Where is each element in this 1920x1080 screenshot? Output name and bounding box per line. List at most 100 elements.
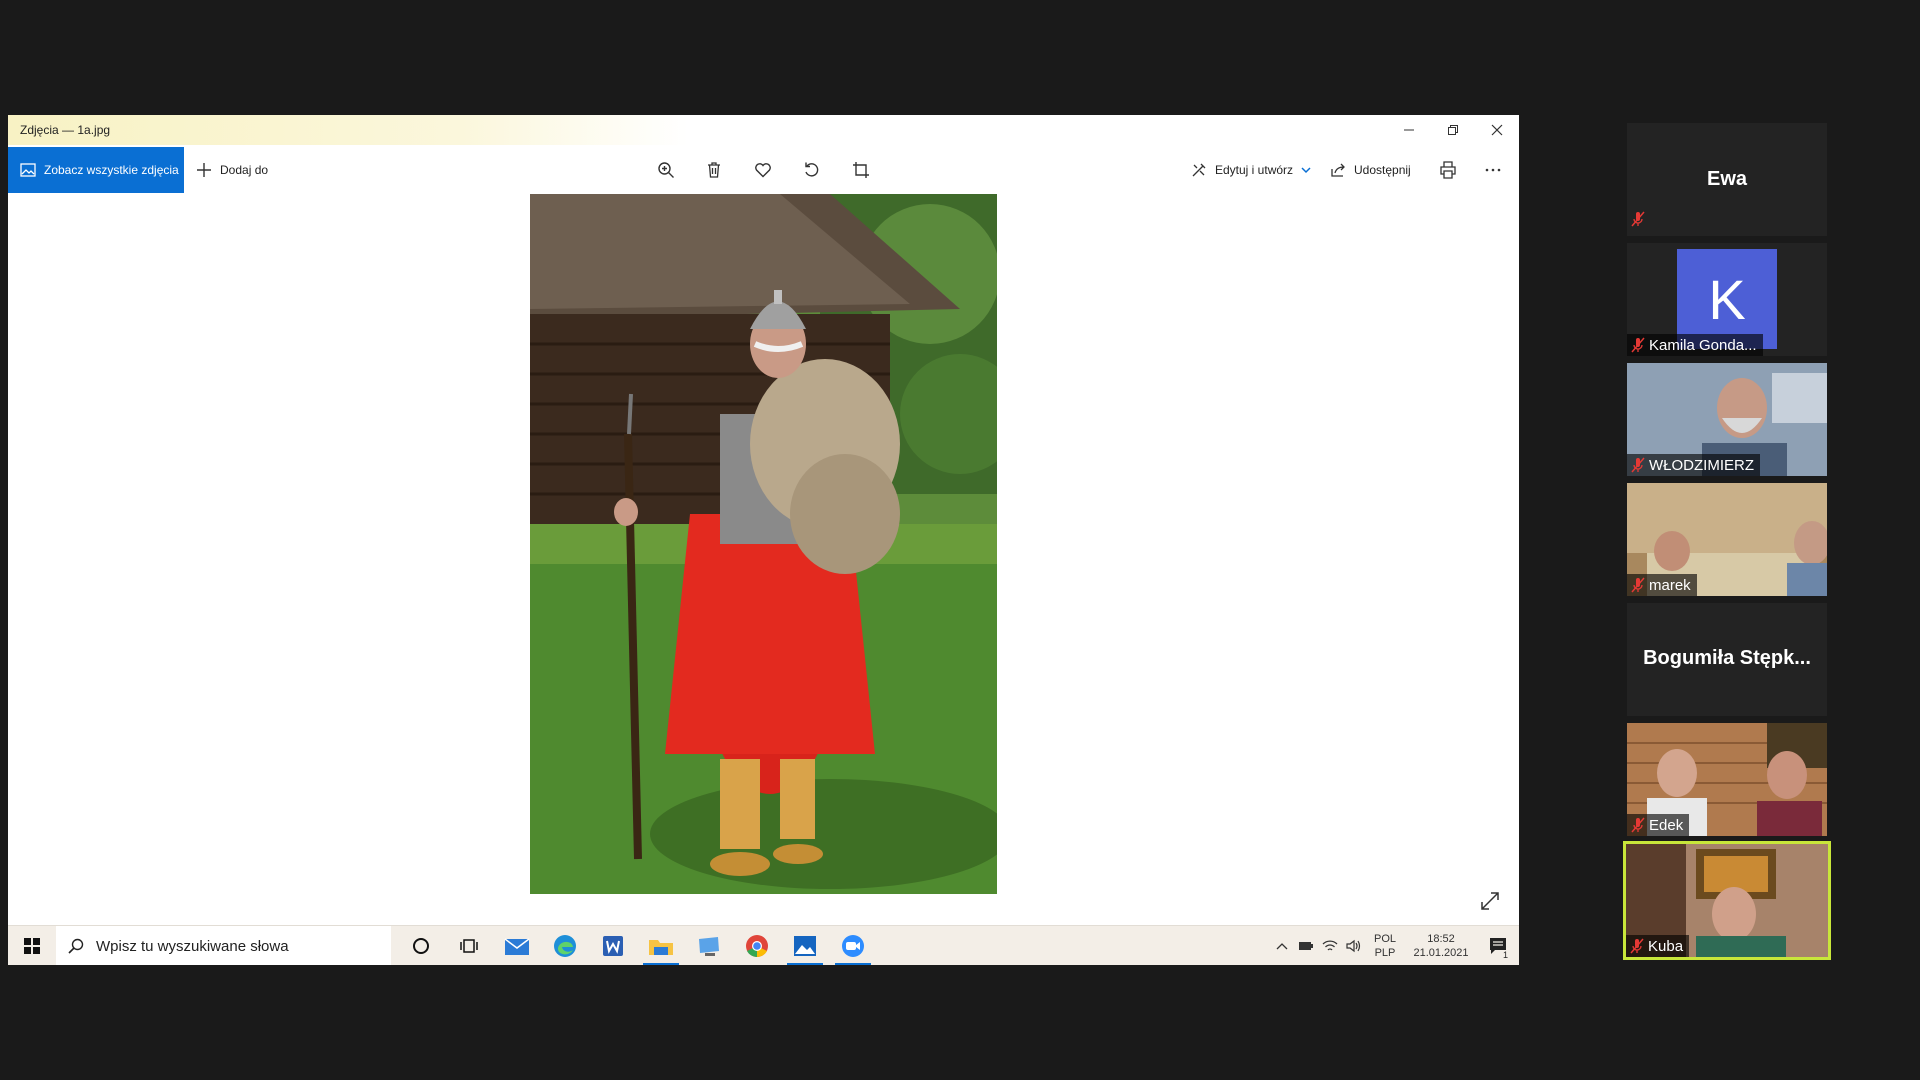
minimize-icon — [1404, 129, 1414, 131]
close-button[interactable] — [1475, 115, 1519, 145]
task-view-button[interactable] — [445, 926, 493, 965]
cortana-button[interactable] — [397, 926, 445, 965]
restore-icon — [1448, 125, 1458, 135]
windows-logo-icon — [24, 938, 40, 954]
tray-battery[interactable] — [1295, 926, 1317, 965]
more-icon — [1485, 168, 1501, 172]
trash-icon — [708, 162, 720, 178]
cortana-circle-icon — [413, 938, 429, 954]
crop-icon — [853, 162, 869, 178]
mic-muted-icon — [1631, 337, 1645, 353]
tray-network[interactable] — [1319, 926, 1341, 965]
mic-muted-icon — [1631, 577, 1645, 593]
participant-tile-kuba-active[interactable]: Kuba — [1623, 841, 1831, 960]
printer-icon — [1440, 161, 1456, 179]
photo-illustration — [530, 194, 997, 894]
start-button[interactable] — [8, 926, 56, 965]
tray-language[interactable]: POL PLP — [1370, 926, 1400, 965]
action-center-button[interactable]: 1 — [1482, 926, 1514, 965]
chevron-down-icon — [1301, 167, 1311, 174]
clock-time: 18:52 — [1427, 933, 1455, 945]
taskbar-search-box[interactable]: Wpisz tu wyszukiwane słowa — [56, 926, 391, 965]
gallery-icon — [20, 163, 36, 177]
mic-muted-icon — [1630, 938, 1644, 954]
crop-button[interactable] — [846, 155, 876, 185]
monitor-app-icon — [699, 937, 719, 956]
edit-create-button[interactable]: Edytuj i utwórz — [1191, 147, 1311, 193]
window-title: Zdjęcia — 1a.jpg — [20, 123, 111, 137]
shared-screen: Zdjęcia — 1a.jpg Zobacz wszystkie zdjęci… — [8, 115, 1519, 965]
search-placeholder: Wpisz tu wyszukiwane słowa — [96, 937, 289, 955]
expand-icon — [1481, 892, 1499, 910]
delete-button[interactable] — [699, 155, 729, 185]
participant-tile-bogumila[interactable]: Bogumiła Stępk... — [1627, 603, 1827, 716]
share-label: Udostępnij — [1354, 163, 1411, 177]
fullscreen-button[interactable] — [1479, 890, 1503, 914]
battery-icon — [1299, 942, 1313, 950]
notification-count: 1 — [1500, 950, 1510, 960]
print-button[interactable] — [1433, 155, 1463, 185]
mail-icon — [504, 938, 530, 955]
participant-name: marek — [1649, 576, 1691, 594]
participant-name: Kamila Gonda... — [1649, 336, 1757, 354]
add-to-label: Dodaj do — [220, 163, 269, 177]
zoom-button[interactable] — [651, 155, 681, 185]
clock-date: 21.01.2021 — [1413, 947, 1469, 959]
chevron-up-icon — [1276, 943, 1288, 950]
mic-muted-icon — [1631, 817, 1645, 833]
participant-name: Edek — [1649, 816, 1684, 834]
displayed-photo — [530, 194, 997, 894]
mic-muted-icon — [1631, 457, 1645, 473]
taskbar-photos[interactable] — [781, 926, 829, 965]
language-code: POL — [1373, 933, 1396, 945]
minimize-button[interactable] — [1387, 115, 1431, 145]
photos-toolbar: Zobacz wszystkie zdjęcia Dodaj do Edytuj… — [8, 145, 1519, 193]
windows-taskbar: Wpisz tu wyszukiwane słowa POL PLP 18:52… — [8, 925, 1519, 965]
mic-muted-icon — [1631, 211, 1645, 232]
more-options-button[interactable] — [1478, 155, 1508, 185]
participant-tile-edek[interactable]: Edek — [1627, 723, 1827, 836]
participant-tile-wlodzimierz[interactable]: WŁODZIMIERZ — [1627, 363, 1827, 476]
rotate-icon — [805, 162, 819, 177]
participant-tile-marek[interactable]: marek — [1627, 483, 1827, 596]
taskbar-mail[interactable] — [493, 926, 541, 965]
share-icon — [1331, 163, 1345, 177]
participant-name: WŁODZIMIERZ — [1649, 456, 1754, 474]
word-icon — [603, 936, 623, 956]
zoom-in-icon — [658, 162, 674, 178]
taskbar-edge[interactable] — [541, 926, 589, 965]
plus-icon — [197, 163, 211, 177]
photos-app-icon — [794, 936, 816, 956]
folder-icon — [649, 940, 673, 955]
zoom-app-icon — [842, 935, 864, 957]
taskbar-chrome[interactable] — [733, 926, 781, 965]
participant-name: Kuba — [1648, 937, 1684, 955]
favorite-button[interactable] — [748, 155, 778, 185]
see-all-photos-label: Zobacz wszystkie zdjęcia — [44, 163, 179, 177]
participant-name: Bogumiła Stępk... — [1643, 647, 1811, 669]
rotate-button[interactable] — [797, 155, 827, 185]
wifi-icon — [1322, 940, 1338, 951]
keyboard-layout: PLP — [1374, 947, 1396, 959]
tray-clock[interactable]: 18:52 21.01.2021 — [1406, 926, 1476, 965]
taskbar-word[interactable] — [589, 926, 637, 965]
taskbar-file-explorer[interactable] — [637, 926, 685, 965]
taskbar-app-generic[interactable] — [685, 926, 733, 965]
search-icon — [68, 938, 84, 954]
close-icon — [1491, 124, 1503, 136]
heart-icon — [755, 163, 771, 178]
task-view-icon — [460, 939, 478, 953]
edge-browser-icon — [554, 935, 576, 957]
taskbar-zoom[interactable] — [829, 926, 877, 965]
participant-tile-ewa[interactable]: Ewa — [1627, 123, 1827, 236]
tray-volume[interactable] — [1343, 926, 1365, 965]
chrome-icon — [746, 935, 768, 958]
tray-overflow-button[interactable] — [1271, 926, 1293, 965]
share-button[interactable]: Udostępnij — [1330, 147, 1411, 193]
speaker-icon — [1346, 939, 1361, 953]
restore-button[interactable] — [1431, 115, 1475, 145]
participant-tile-kamila[interactable]: K Kamila Gonda... — [1627, 243, 1827, 356]
add-to-button[interactable]: Dodaj do — [196, 147, 268, 193]
participant-name: Ewa — [1706, 168, 1748, 190]
see-all-photos-button[interactable]: Zobacz wszystkie zdjęcia — [8, 147, 184, 193]
